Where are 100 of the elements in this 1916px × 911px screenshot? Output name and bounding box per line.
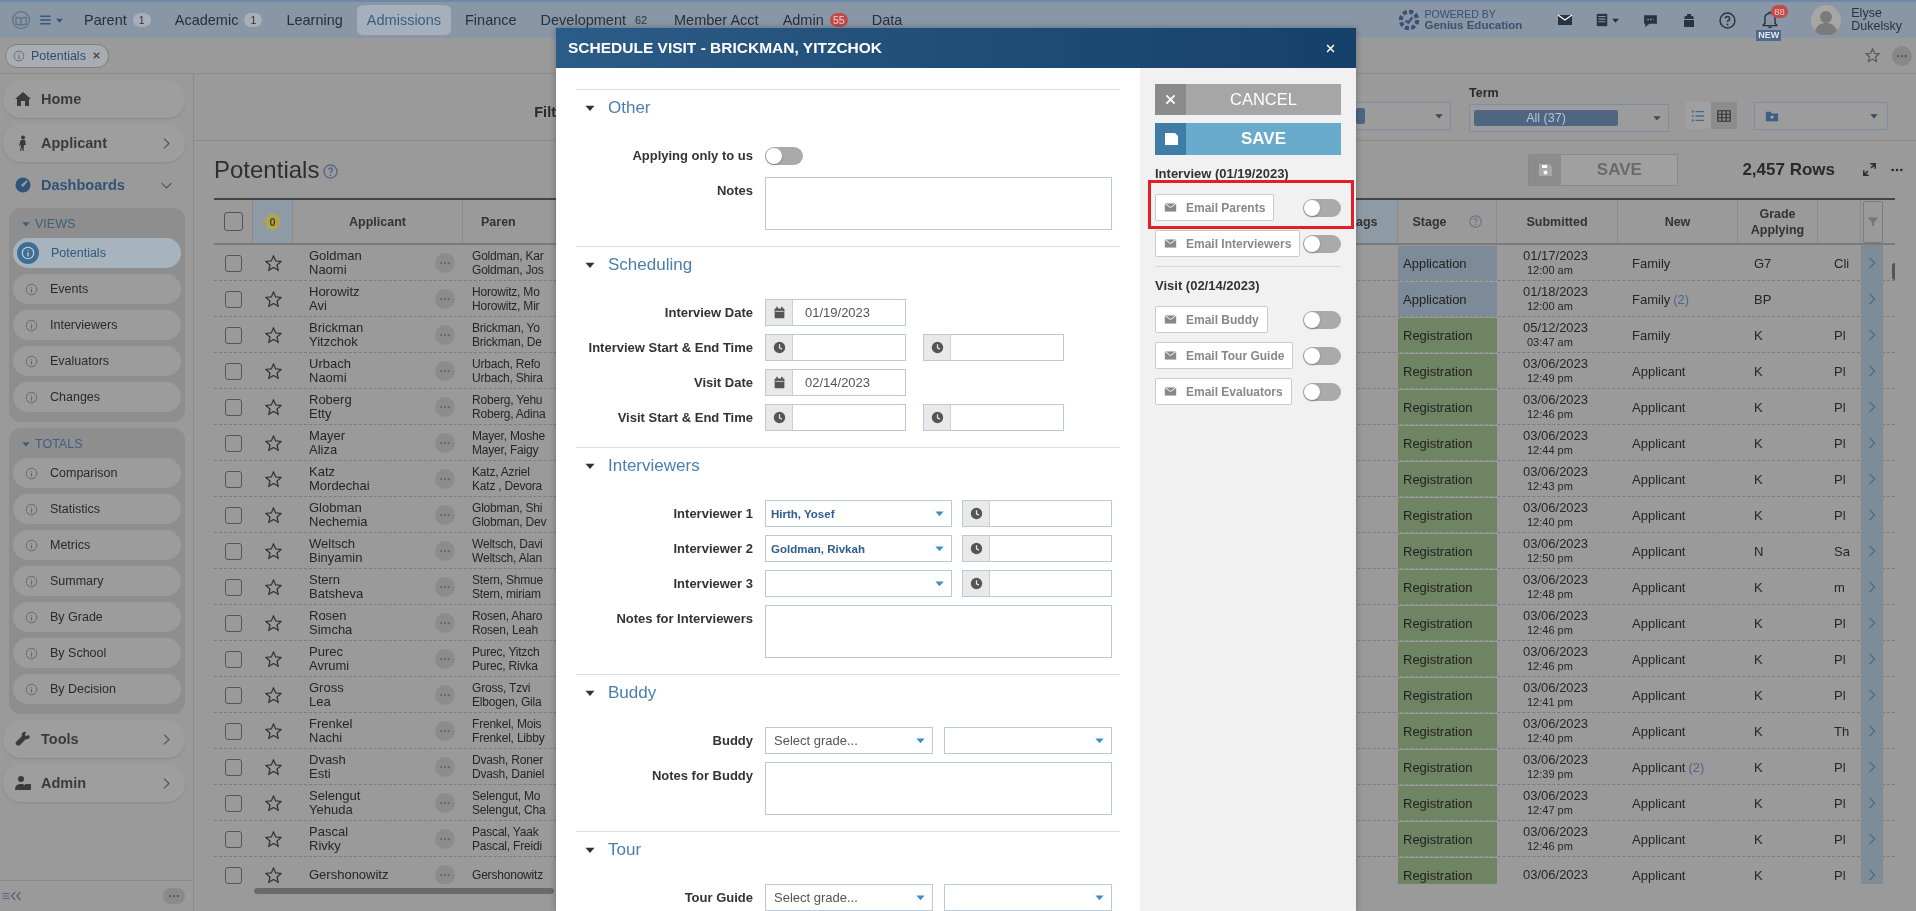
row-checkbox[interactable] — [225, 722, 242, 740]
sidebar-item[interactable]: By Grade — [13, 602, 181, 632]
star-icon[interactable] — [264, 506, 282, 524]
section-header[interactable]: Other — [576, 90, 1120, 126]
star-icon[interactable] — [264, 866, 282, 884]
sidebar-item[interactable]: Admin — [3, 764, 185, 802]
list-view-button[interactable] — [1685, 102, 1711, 129]
star-icon[interactable] — [264, 470, 282, 488]
row-checkbox[interactable] — [225, 434, 242, 452]
notes-field[interactable] — [765, 762, 1112, 815]
email-button[interactable]: Email Parents — [1155, 194, 1275, 221]
select-all-checkbox[interactable] — [223, 212, 243, 231]
sidebar-item[interactable]: Changes — [13, 382, 181, 412]
section-header[interactable]: Interviewers — [576, 448, 1120, 484]
row-checkbox[interactable] — [225, 326, 242, 344]
email-button[interactable]: Email Tour Guide — [1155, 342, 1294, 369]
close-button[interactable] — [1325, 42, 1336, 54]
cancel-button[interactable]: CANCEL — [1155, 84, 1341, 115]
row-menu-button[interactable] — [435, 469, 455, 489]
select-field[interactable]: Select grade... — [765, 727, 933, 754]
mail-icon[interactable] — [1557, 12, 1574, 28]
filter-dropdown[interactable] — [1356, 101, 1451, 130]
row-checkbox[interactable] — [225, 542, 242, 560]
notes-field[interactable] — [765, 605, 1112, 658]
folder-dropdown[interactable] — [1754, 101, 1888, 130]
star-icon[interactable] — [264, 650, 282, 668]
row-menu-button[interactable] — [435, 577, 455, 597]
star-icon[interactable] — [264, 254, 282, 272]
sidebar-item[interactable]: Summary — [13, 566, 181, 596]
select-field[interactable]: Hirth, Yosef — [765, 500, 952, 527]
sidebar-item[interactable]: Dashboards — [3, 168, 185, 202]
menu-button[interactable] — [1595, 12, 1621, 28]
email-button[interactable]: Email Evaluators — [1155, 378, 1292, 405]
nav-tab[interactable]: Data — [861, 5, 913, 35]
email-button[interactable]: Email Buddy — [1155, 306, 1268, 333]
sidebar-item[interactable]: Potentials — [13, 238, 181, 268]
avatar-icon[interactable] — [1811, 5, 1842, 35]
expand-icon[interactable] — [1863, 163, 1876, 176]
row-checkbox[interactable] — [225, 506, 242, 524]
star-icon[interactable] — [264, 290, 282, 308]
time-field[interactable] — [765, 334, 906, 361]
row-checkbox[interactable] — [225, 578, 242, 596]
section-header[interactable]: Scheduling — [576, 247, 1120, 283]
collapse-icon[interactable] — [10, 890, 22, 902]
row-checkbox[interactable] — [225, 794, 242, 812]
sidebar-item[interactable]: By Decision — [13, 674, 181, 704]
nav-tab[interactable]: Learning — [276, 5, 353, 35]
nav-tab[interactable]: Development 62 — [530, 5, 660, 35]
section-header[interactable]: Buddy — [576, 675, 1120, 711]
time-field[interactable] — [765, 404, 906, 431]
star-icon[interactable] — [264, 686, 282, 704]
help-icon[interactable] — [323, 163, 339, 179]
more-button[interactable] — [1892, 45, 1912, 66]
sidebar-item[interactable]: Interviewers — [13, 310, 181, 340]
scrollbar-thumb[interactable] — [254, 888, 554, 894]
row-menu-button[interactable] — [435, 793, 455, 813]
row-menu-button[interactable] — [435, 505, 455, 525]
row-menu-button[interactable] — [435, 685, 455, 705]
sidebar-item[interactable]: Home — [3, 80, 185, 118]
select-field[interactable]: Goldman, Rivkah — [765, 535, 952, 562]
sidebar-item[interactable]: Events — [13, 274, 181, 304]
date-field[interactable]: 01/19/2023 — [765, 299, 906, 326]
star-icon[interactable] — [264, 434, 282, 452]
sidebar-item[interactable]: Tools — [3, 720, 185, 758]
toggle-switch[interactable] — [1303, 310, 1341, 329]
row-checkbox[interactable] — [225, 254, 242, 272]
filter-button[interactable] — [1863, 200, 1883, 243]
row-menu-button[interactable] — [435, 829, 455, 849]
date-field[interactable]: 02/14/2023 — [765, 369, 906, 396]
row-menu-button[interactable] — [435, 397, 455, 417]
open-tab[interactable]: Potentials — [5, 43, 109, 68]
more-button[interactable] — [163, 888, 185, 904]
row-checkbox[interactable] — [225, 686, 242, 704]
sidebar-item[interactable]: By School — [13, 638, 181, 668]
row-menu-button[interactable] — [435, 757, 455, 777]
row-menu-button[interactable] — [435, 613, 455, 633]
star-icon[interactable] — [264, 758, 282, 776]
row-menu-button[interactable] — [435, 289, 455, 309]
sidebar-item[interactable]: Metrics — [13, 530, 181, 560]
sidebar-item[interactable]: Evaluators — [13, 346, 181, 376]
row-checkbox[interactable] — [225, 830, 242, 848]
nav-tab[interactable]: Parent 1 — [74, 5, 161, 35]
star-icon[interactable] — [264, 722, 282, 740]
row-checkbox[interactable] — [225, 398, 242, 416]
nav-tab[interactable]: Member Acct — [664, 5, 769, 35]
sidebar-item[interactable]: Applicant — [3, 124, 185, 162]
row-menu-button[interactable] — [435, 433, 455, 453]
term-dropdown[interactable]: All (37) — [1469, 104, 1669, 132]
select-field[interactable] — [944, 727, 1112, 754]
email-button[interactable]: Email Interviewers — [1155, 230, 1301, 257]
star-icon[interactable] — [1865, 48, 1880, 63]
save-button[interactable]: SAVE — [1155, 123, 1341, 155]
row-checkbox[interactable] — [225, 470, 242, 488]
star-icon[interactable] — [264, 542, 282, 560]
toggle-switch[interactable] — [765, 146, 803, 165]
row-checkbox[interactable] — [225, 614, 242, 632]
section-header[interactable]: Tour — [576, 832, 1120, 868]
row-menu-button[interactable] — [435, 253, 455, 273]
row-checkbox[interactable] — [225, 866, 242, 884]
row-checkbox[interactable] — [225, 290, 242, 308]
